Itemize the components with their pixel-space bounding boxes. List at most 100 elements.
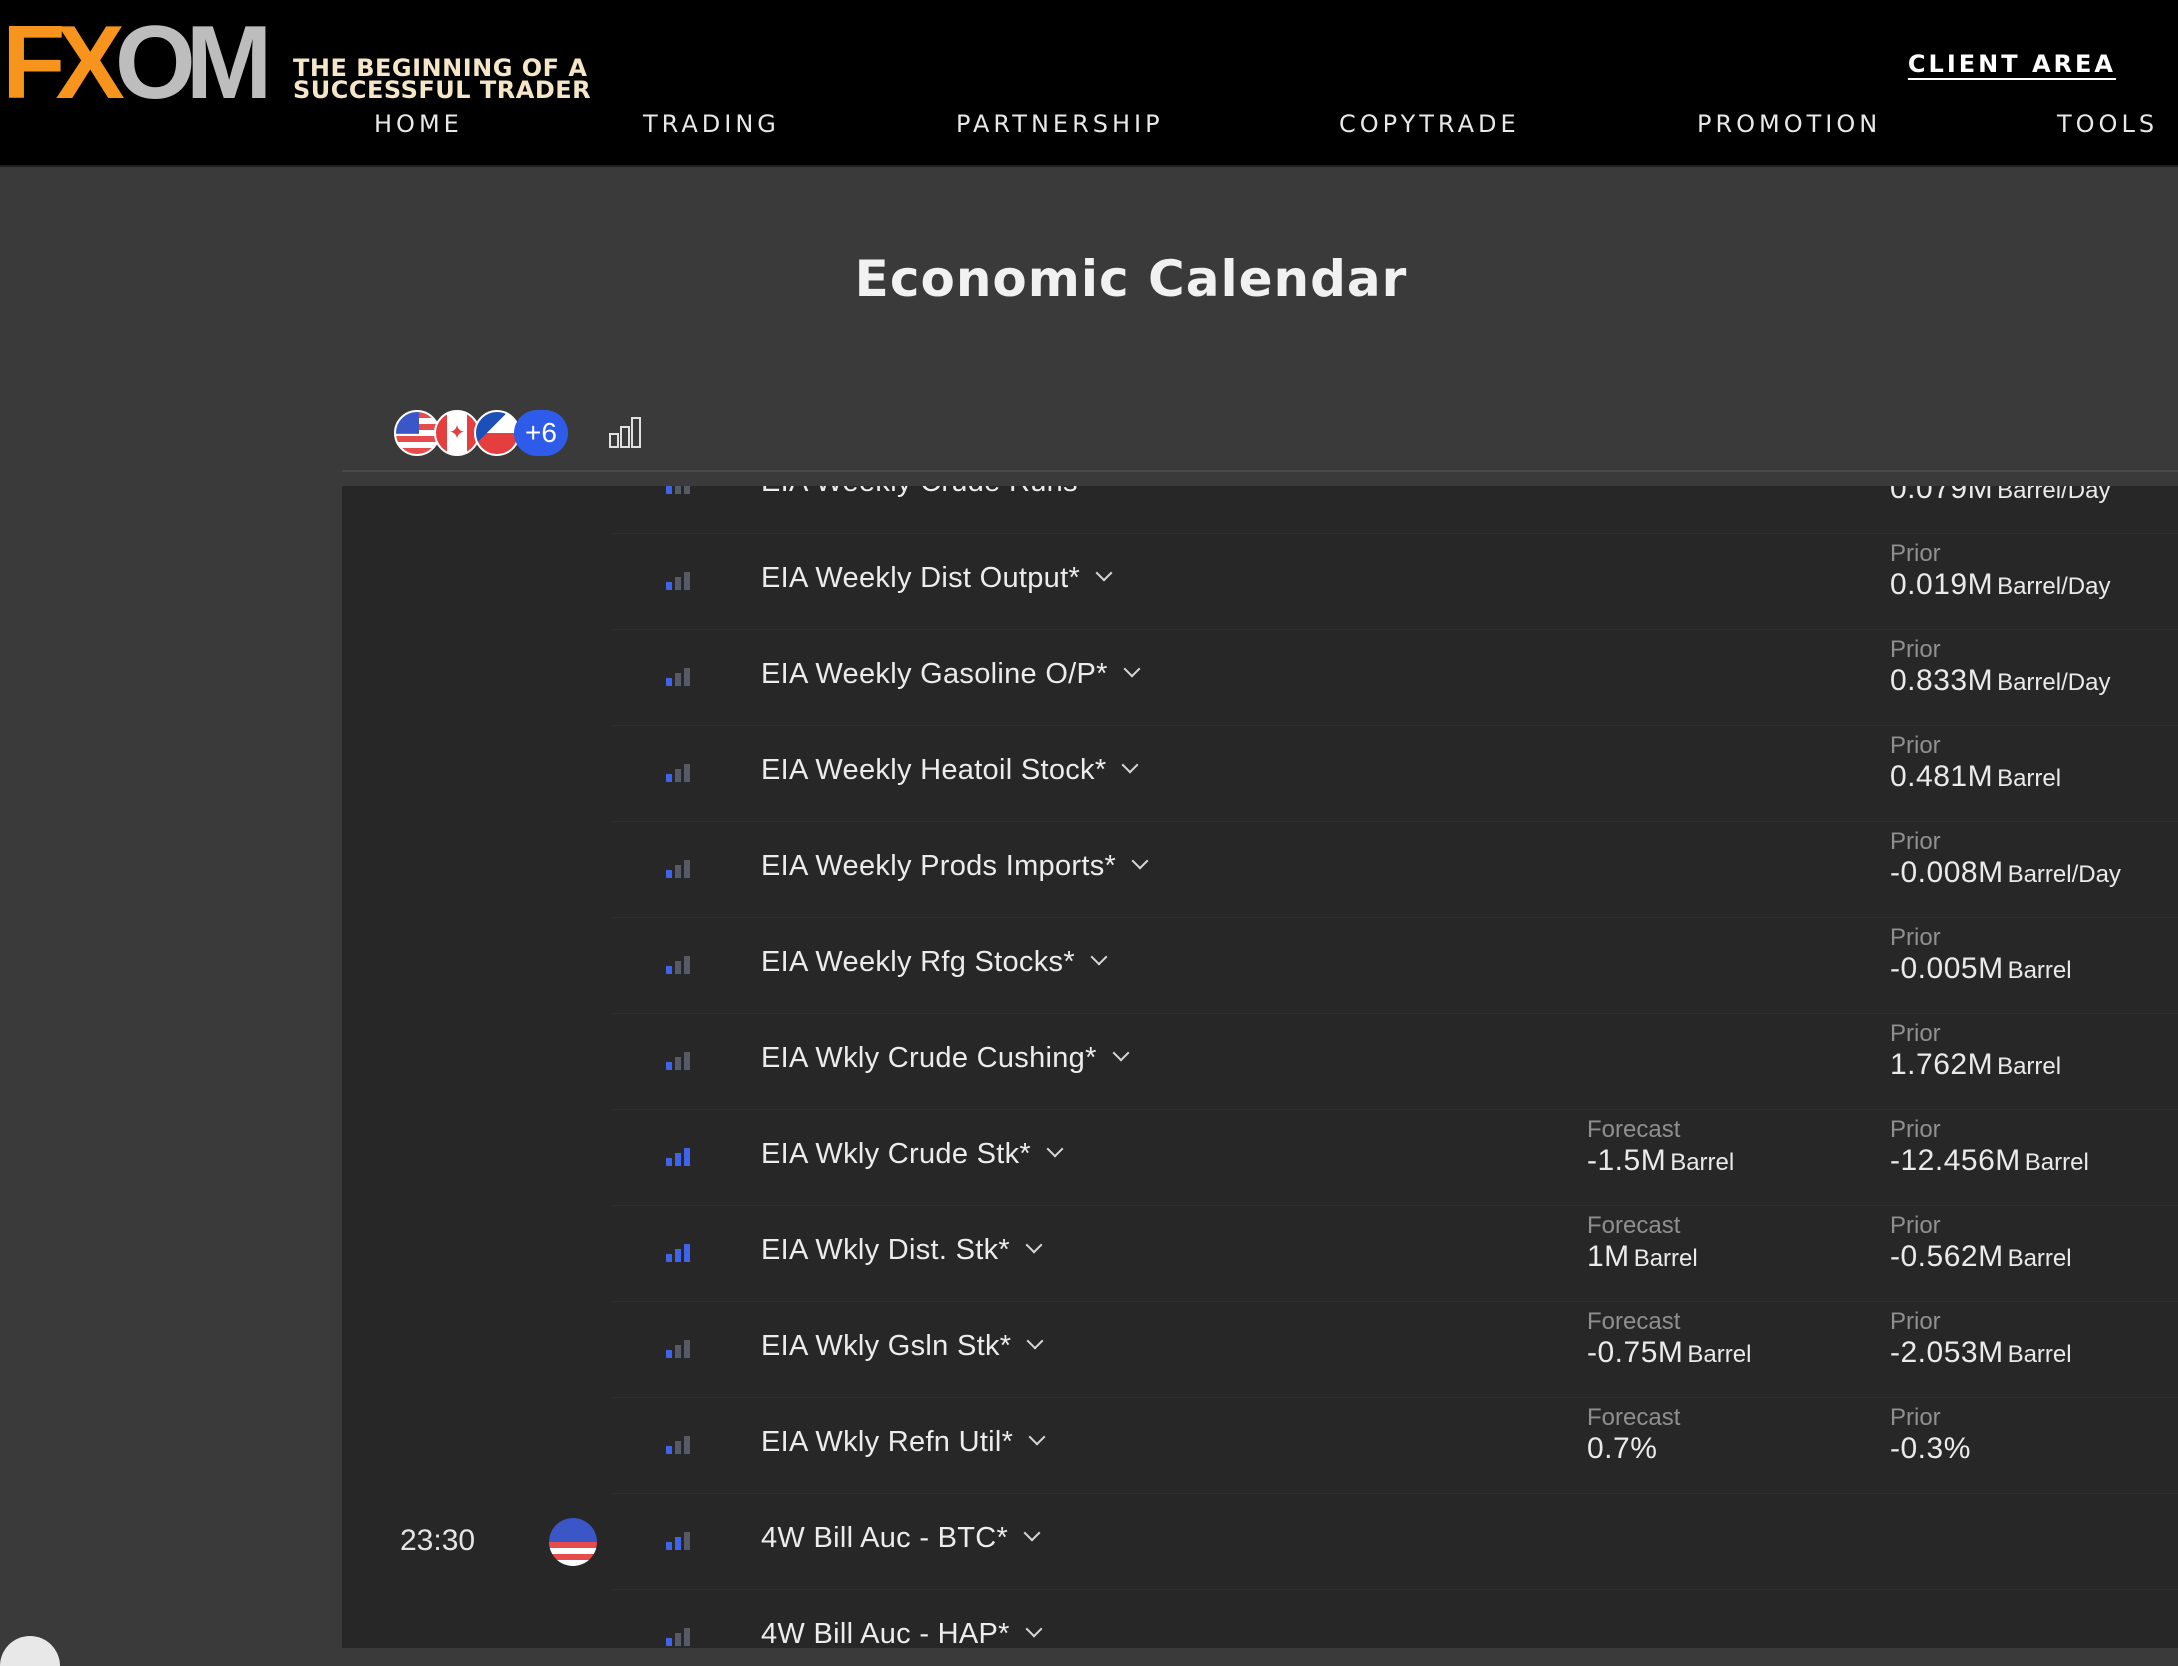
prior-unit: Barrel xyxy=(2007,1245,2072,1272)
chevron-down-icon[interactable] xyxy=(1131,852,1149,870)
chevron-down-icon[interactable] xyxy=(1123,660,1141,678)
prior-number: 0.079M xyxy=(1890,486,1994,505)
importance-bars-icon xyxy=(666,1048,690,1070)
importance-bar xyxy=(675,1633,681,1646)
event-name[interactable]: EIA Wkly Dist. Stk* xyxy=(761,1234,1043,1267)
event-time: 23:30 xyxy=(400,1524,476,1557)
importance-bars-icon xyxy=(666,486,690,494)
event-name[interactable]: 4W Bill Auc - BTC* xyxy=(761,1522,1041,1555)
chevron-down-icon[interactable] xyxy=(1028,1428,1046,1446)
prior-label: Prior xyxy=(1890,636,1941,663)
importance-bar xyxy=(684,1436,690,1454)
prior-number: 0.481M xyxy=(1890,760,1994,793)
fxom-logo[interactable]: FXOM xyxy=(2,11,272,115)
nav-partnership[interactable]: PARTNERSHIP xyxy=(956,110,1164,138)
prior-number: -0.3% xyxy=(1890,1432,1971,1465)
importance-bar xyxy=(666,870,672,878)
event-row[interactable]: EIA Wkly Dist. Stk* Forecast 1M Barrel Prior… xyxy=(342,1206,2178,1302)
prior-label: Prior xyxy=(1890,1308,1941,1335)
event-row[interactable]: 4W Bill Auc - HAP* xyxy=(342,1590,2178,1648)
prior-label: Prior xyxy=(1890,732,1941,759)
prior-value: -2.053M Barrel xyxy=(1890,1336,2072,1370)
nav-copytrade[interactable]: COPYTRADE xyxy=(1339,110,1520,138)
chevron-down-icon[interactable] xyxy=(1121,756,1139,774)
chevron-down-icon[interactable] xyxy=(1095,564,1113,582)
chevron-down-icon[interactable] xyxy=(1090,948,1108,966)
event-row[interactable]: EIA Weekly Gasoline O/P* Prior 0.833M Barre… xyxy=(342,630,2178,726)
event-title: 4W Bill Auc - HAP* xyxy=(761,1618,1010,1648)
importance-bar xyxy=(684,486,690,494)
importance-bar xyxy=(666,1158,672,1166)
importance-bar xyxy=(666,582,672,590)
prior-label: Prior xyxy=(1890,1212,1941,1239)
event-name[interactable]: EIA Weekly Gasoline O/P* xyxy=(761,658,1141,691)
chat-widget-button[interactable] xyxy=(0,1636,60,1666)
client-area-link[interactable]: CLIENT AREA xyxy=(1908,50,2116,78)
event-row[interactable]: EIA Weekly Dist Output* Prior 0.019M Barrel… xyxy=(342,534,2178,630)
event-row[interactable]: EIA Wkly Refn Util* Forecast 0.7% Prior -0.3… xyxy=(342,1398,2178,1494)
event-row[interactable]: EIA Wkly Crude Cushing* Prior 1.762M Barrel xyxy=(342,1014,2178,1110)
prior-value: -0.562M Barrel xyxy=(1890,1240,2072,1274)
importance-filter-icon[interactable] xyxy=(608,415,642,449)
chevron-down-icon[interactable] xyxy=(1025,1236,1043,1254)
event-row[interactable]: 23:30 4W Bill Auc - BTC* xyxy=(342,1494,2178,1590)
event-row[interactable]: EIA Wkly Gsln Stk* Forecast -0.75M Barrel Pr… xyxy=(342,1302,2178,1398)
site-header: FXOM THE BEGINNING OF A SUCCESSFUL TRADE… xyxy=(0,0,2178,167)
prior-value: 0.833M Barrel/Day xyxy=(1890,664,2110,698)
importance-bar xyxy=(666,1254,672,1262)
chevron-down-icon[interactable] xyxy=(1112,1044,1130,1062)
event-name[interactable]: EIA Weekly Dist Output* xyxy=(761,562,1113,595)
importance-bar xyxy=(675,1249,681,1262)
event-row[interactable]: EIA Weekly Prods Imports* Prior -0.008M Bar… xyxy=(342,822,2178,918)
forecast-number: -0.75M xyxy=(1587,1336,1684,1369)
event-name[interactable]: EIA Wkly Crude Stk* xyxy=(761,1138,1064,1171)
event-name[interactable]: EIA Wkly Gsln Stk* xyxy=(761,1330,1044,1363)
importance-bar xyxy=(666,1446,672,1454)
importance-bar xyxy=(666,678,672,686)
event-title: EIA Wkly Refn Util* xyxy=(761,1426,1014,1458)
filter-divider xyxy=(342,470,2178,472)
prior-unit: Barrel xyxy=(1997,765,2062,792)
importance-bar xyxy=(675,769,681,782)
event-title: EIA Weekly Gasoline O/P* xyxy=(761,658,1108,690)
event-row[interactable]: EIA Weekly Rfg Stocks* Prior -0.005M Barrel xyxy=(342,918,2178,1014)
chevron-down-icon[interactable] xyxy=(1046,1140,1064,1158)
importance-bar xyxy=(666,774,672,782)
prior-value: -12.456M Barrel xyxy=(1890,1144,2089,1178)
event-title: 4W Bill Auc - BTC* xyxy=(761,1522,1009,1554)
event-title: EIA Weekly Dist Output* xyxy=(761,562,1081,594)
importance-bars-icon xyxy=(666,664,690,686)
event-row[interactable]: EIA Weekly Heatoil Stock* Prior 0.481M Barr… xyxy=(342,726,2178,822)
forecast-number: 1M xyxy=(1587,1240,1630,1273)
chevron-down-icon[interactable] xyxy=(1023,1524,1041,1542)
chevron-down-icon[interactable] xyxy=(1026,1332,1044,1350)
nav-home[interactable]: HOME xyxy=(374,110,463,138)
prior-value: 0.019M Barrel/Day xyxy=(1890,568,2110,602)
prior-number: 0.833M xyxy=(1890,664,1994,697)
importance-bar xyxy=(675,865,681,878)
importance-bar xyxy=(675,961,681,974)
event-name[interactable]: 4W Bill Auc - HAP* xyxy=(761,1618,1043,1648)
event-name[interactable]: EIA Weekly Prods Imports* xyxy=(761,850,1149,883)
event-title: EIA Weekly Rfg Stocks* xyxy=(761,946,1075,978)
prior-unit: Barrel xyxy=(1997,1053,2062,1080)
prior-value: 0.481M Barrel xyxy=(1890,760,2061,794)
nav-trading[interactable]: TRADING xyxy=(643,110,780,138)
event-name[interactable]: EIA Weekly Crude Runs* xyxy=(761,486,1119,499)
prior-number: -2.053M xyxy=(1890,1336,2004,1369)
tagline-line-2: SUCCESSFUL TRADER xyxy=(293,76,592,104)
prior-number: -0.008M xyxy=(1890,856,2004,889)
forecast-value: -1.5M Barrel xyxy=(1587,1144,1734,1178)
importance-bar xyxy=(675,1153,681,1166)
prior-label: Prior xyxy=(1890,1020,1941,1047)
event-name[interactable]: EIA Weekly Heatoil Stock* xyxy=(761,754,1139,787)
nav-promotion[interactable]: PROMOTION xyxy=(1697,110,1881,138)
chevron-down-icon[interactable] xyxy=(1025,1620,1043,1638)
nav-tools[interactable]: TOOLS xyxy=(2057,110,2158,138)
event-row[interactable]: EIA Wkly Crude Stk* Forecast -1.5M Barrel Pr… xyxy=(342,1110,2178,1206)
event-name[interactable]: EIA Weekly Rfg Stocks* xyxy=(761,946,1108,979)
importance-bar xyxy=(684,668,690,686)
event-name[interactable]: EIA Wkly Refn Util* xyxy=(761,1426,1046,1459)
event-row[interactable]: EIA Weekly Crude Runs*Prior0.079MBarrel/… xyxy=(342,486,2178,534)
event-name[interactable]: EIA Wkly Crude Cushing* xyxy=(761,1042,1130,1075)
